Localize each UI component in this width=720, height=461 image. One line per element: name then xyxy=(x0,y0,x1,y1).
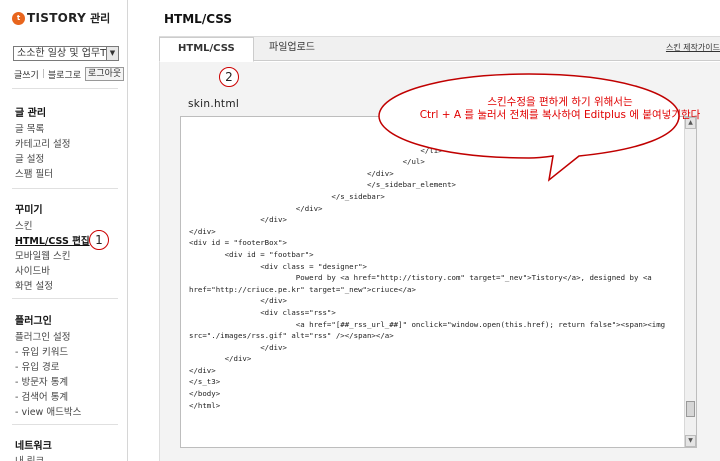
code-line[interactable]: </div> xyxy=(189,365,680,377)
menu-item-category-settings[interactable]: 카테고리 설정 xyxy=(15,136,70,150)
dropdown-arrow-icon[interactable]: ▼ xyxy=(106,47,118,60)
menu-item-mobile-skin[interactable]: 모바일웹 스킨 xyxy=(15,248,70,262)
tistory-logo[interactable]: t TISTORY 관리 xyxy=(12,10,110,26)
divider xyxy=(12,88,118,89)
menu-item-spam-filter[interactable]: 스팸 필터 xyxy=(15,166,53,180)
write-link[interactable]: 글쓰기 xyxy=(14,68,39,81)
blog-select-value: 소소한 일상 및 업무Ti xyxy=(17,48,109,59)
annotation-step-1: 1 xyxy=(89,230,109,250)
code-line[interactable]: <div id = "footbar"> xyxy=(189,249,680,261)
code-line[interactable]: </html> xyxy=(189,400,680,412)
menu-item-view-adbox[interactable]: - view 애드박스 xyxy=(15,404,81,418)
menu-item-skin[interactable]: 스킨 xyxy=(15,218,32,232)
divider xyxy=(12,424,118,425)
code-line[interactable]: </div> xyxy=(189,353,680,365)
menu-item-sidebar[interactable]: 사이드바 xyxy=(15,263,50,277)
code-line[interactable]: </div> xyxy=(189,203,680,215)
scrollbar-thumb[interactable] xyxy=(686,401,695,417)
menu-item-screen-settings[interactable]: 화면 설정 xyxy=(15,278,53,292)
link-separator: | xyxy=(41,69,45,79)
menu-item-post-settings[interactable]: 글 설정 xyxy=(15,151,44,165)
divider xyxy=(12,298,118,299)
tab-file-upload[interactable]: 파일업로드 xyxy=(251,37,333,61)
logo-text: TISTORY xyxy=(27,11,87,25)
menu-item-plugin-settings[interactable]: 플러그인 설정 xyxy=(15,329,70,343)
divider xyxy=(12,188,118,189)
menu-item-inflow-keywords[interactable]: - 유입 키워드 xyxy=(15,344,68,358)
tistory-logo-icon: t xyxy=(12,11,25,25)
code-line[interactable]: <div class = "designer"> xyxy=(189,261,680,273)
code-line[interactable]: <div id = "footerBox"> xyxy=(189,237,680,249)
menu-item-search-stats[interactable]: - 검색어 통계 xyxy=(15,389,68,403)
code-line[interactable]: </div> xyxy=(189,214,680,226)
code-line[interactable]: </s_t3> xyxy=(189,376,680,388)
tab-html-css[interactable]: HTML/CSS xyxy=(159,37,254,62)
menu-title-network: 네트워크 xyxy=(15,441,52,452)
skin-guide-link[interactable]: 스킨 제작가이드 xyxy=(666,42,720,53)
file-label: skin.html xyxy=(188,98,240,110)
code-line[interactable]: href="http://criuce.pe.kr" target="_new"… xyxy=(189,284,680,296)
code-line[interactable]: </body> xyxy=(189,388,680,400)
callout-shape xyxy=(378,73,680,182)
code-line[interactable]: <div class="rss"> xyxy=(189,307,680,319)
menu-title-design: 꾸미기 xyxy=(15,205,43,216)
menu-item-post-list[interactable]: 글 목록 xyxy=(15,121,44,135)
sidebar: t TISTORY 관리 소소한 일상 및 업무Ti ▼ 글쓰기 | 블로그로 … xyxy=(0,0,128,461)
callout-text: 스킨수정을 편하게 하기 위해서는 Ctrl + A 를 눌러서 전체를 복사하… xyxy=(395,96,720,122)
tab-bar: HTML/CSS 파일업로드 스킨 제작가이드 xyxy=(159,37,720,62)
blog-home-link[interactable]: 블로그로 xyxy=(48,68,81,81)
blog-select[interactable]: 소소한 일상 및 업무Ti ▼ xyxy=(13,46,119,61)
main-content: HTML/CSS HTML/CSS 파일업로드 스킨 제작가이드 skin.ht… xyxy=(129,0,720,461)
menu-title-posts: 글 관리 xyxy=(15,108,47,119)
code-line[interactable]: </s_sidebar> xyxy=(189,191,680,203)
callout-line-2: Ctrl + A 를 눌러서 전체를 복사하여 Editplus 에 붙여넣기한… xyxy=(419,109,701,121)
menu-item-my-links[interactable]: 내 링크 xyxy=(15,453,44,461)
callout-line-1: 스킨수정을 편하게 하기 위해서는 xyxy=(487,96,633,108)
code-line[interactable]: src="./images/rss.gif" alt="rss" /></spa… xyxy=(189,330,680,342)
quick-links: 글쓰기 | 블로그로 로그아웃 xyxy=(14,67,125,81)
annotation-step-2: 2 xyxy=(219,67,239,87)
menu-item-visitor-stats[interactable]: - 방문자 통계 xyxy=(15,374,68,388)
code-line[interactable]: Powerd by <a href="http://tistory.com" t… xyxy=(189,272,680,284)
code-line[interactable]: </div> xyxy=(189,226,680,238)
code-line[interactable]: </div> xyxy=(189,342,680,354)
page-title: HTML/CSS xyxy=(164,12,232,26)
code-line[interactable]: <a href="[##_rss_url_##]" onclick="windo… xyxy=(189,319,680,331)
menu-item-inflow-paths[interactable]: - 유입 경로 xyxy=(15,359,59,373)
code-line[interactable]: </div> xyxy=(189,295,680,307)
logo-subtitle: 관리 xyxy=(90,12,111,25)
scroll-down-icon[interactable]: ▼ xyxy=(685,435,696,447)
callout-bubble xyxy=(378,73,680,182)
menu-item-html-css-edit[interactable]: HTML/CSS 편집 xyxy=(15,233,90,247)
menu-title-plugins: 플러그인 xyxy=(15,316,52,327)
logout-button[interactable]: 로그아웃 xyxy=(85,67,125,81)
